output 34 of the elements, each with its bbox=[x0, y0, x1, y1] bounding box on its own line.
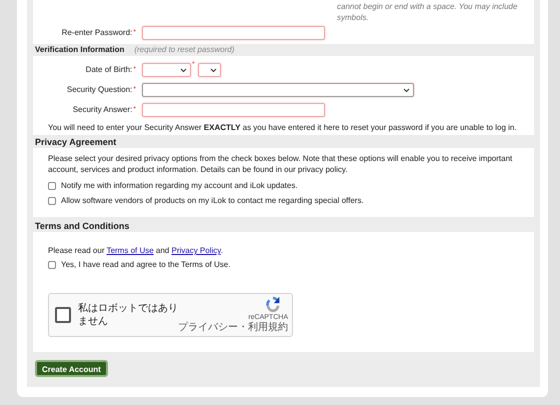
hint-text: symbols. bbox=[337, 12, 370, 23]
field-label: Re-enter Password: bbox=[62, 28, 132, 38]
section-title: Privacy Agreement bbox=[35, 136, 116, 147]
day-select[interactable] bbox=[198, 63, 221, 78]
password-field[interactable] bbox=[142, 26, 325, 40]
captcha-label: 私はロボットではありません bbox=[78, 302, 178, 328]
captcha-links[interactable]: プライバシー・利用規約 bbox=[178, 322, 288, 334]
chevron-icon bbox=[180, 68, 187, 73]
answer-field[interactable] bbox=[142, 103, 325, 118]
notice-text: You will need to enter your Security Answer EXACTLY as you have entered it here to reset your password if you are unable to log in. bbox=[48, 122, 517, 134]
create-account-button[interactable]: Create Account bbox=[35, 360, 108, 377]
field-label: Security Question: bbox=[66, 85, 132, 96]
hint-text: cannot begin or end with a space. You may include bbox=[337, 1, 518, 12]
section-title: Terms and Conditions bbox=[35, 220, 130, 231]
checkbox-label: Notify me with information regarding my account and iLok updates. bbox=[61, 180, 298, 191]
month-select[interactable] bbox=[142, 63, 191, 78]
chevron-icon bbox=[210, 68, 217, 73]
chevron-icon bbox=[403, 88, 410, 93]
field-label: Date of Birth: bbox=[86, 65, 132, 76]
terms-link[interactable]: Terms of Use bbox=[106, 246, 154, 255]
section-title: Verification Information bbox=[35, 45, 124, 56]
section-note: (required to reset password) bbox=[134, 45, 234, 56]
checkbox[interactable] bbox=[48, 261, 56, 270]
description-text: Please select your desired privacy options from the check boxes below. Note that these options will enable you to receive important account, services and product information. Details can be found in our privacy policy. bbox=[48, 153, 514, 176]
checkbox-label: Allow software vendors of products on my iLok to contact me regarding special offers. bbox=[61, 196, 364, 206]
checkbox[interactable] bbox=[48, 182, 56, 190]
terms-text: Please read our Terms of Use and Privacy Policy. bbox=[48, 246, 223, 256]
privacy-link[interactable]: Privacy Policy bbox=[171, 246, 221, 255]
field-label: Security Answer: bbox=[72, 105, 132, 116]
captcha-checkbox[interactable] bbox=[55, 306, 71, 323]
checkbox[interactable] bbox=[48, 196, 56, 205]
question-select[interactable] bbox=[142, 83, 414, 98]
checkbox-label: Yes, I have read and agree to the Terms of Use. bbox=[61, 260, 230, 270]
recaptcha-icon bbox=[264, 295, 282, 314]
